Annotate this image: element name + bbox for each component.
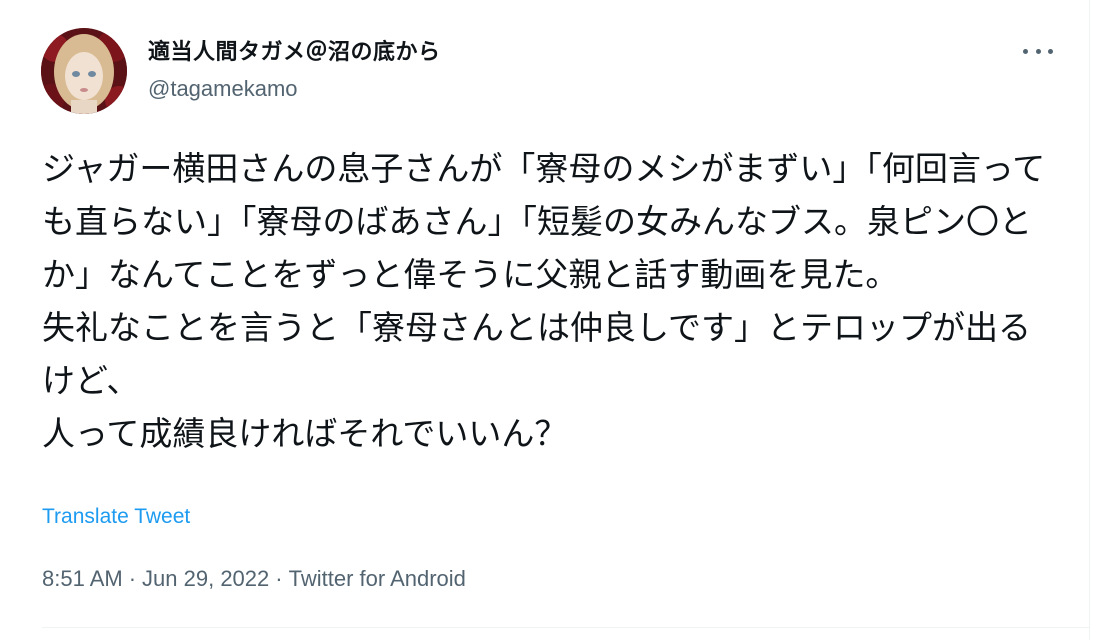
tweet-source[interactable]: Twitter for Android — [289, 566, 466, 591]
tweet-meta: 8:51 AM · Jun 29, 2022 · Twitter for Android — [42, 566, 466, 592]
tweet-time[interactable]: 8:51 AM — [42, 566, 123, 591]
display-name[interactable]: 適当人間タガメ＠沼の底から — [148, 34, 441, 66]
translate-tweet-link[interactable]: Translate Tweet — [42, 505, 190, 529]
more-dot — [1035, 48, 1041, 54]
tweet-text: ジャガー横田さんの息子さんが「寮母のメシがまずい」「何回言っても直らない」「寮母… — [42, 149, 1046, 453]
avatar[interactable] — [41, 28, 127, 114]
meta-separator: · — [275, 566, 283, 591]
tweet-card: 適当人間タガメ＠沼の底から @tagamekamo ジャガー横田さんの息子さんが… — [0, 0, 1090, 640]
divider — [42, 627, 1089, 628]
more-dot — [1048, 48, 1053, 54]
user-handle[interactable]: @tagamekamo — [148, 76, 441, 102]
more-dot — [1023, 48, 1028, 54]
meta-separator: · — [128, 566, 137, 591]
more-options-icon[interactable] — [1023, 44, 1053, 58]
user-info[interactable]: 適当人間タガメ＠沼の底から @tagamekamo — [148, 34, 441, 102]
doll-avatar-image — [41, 28, 127, 114]
tweet-date[interactable]: Jun 29, 2022 — [142, 566, 269, 591]
